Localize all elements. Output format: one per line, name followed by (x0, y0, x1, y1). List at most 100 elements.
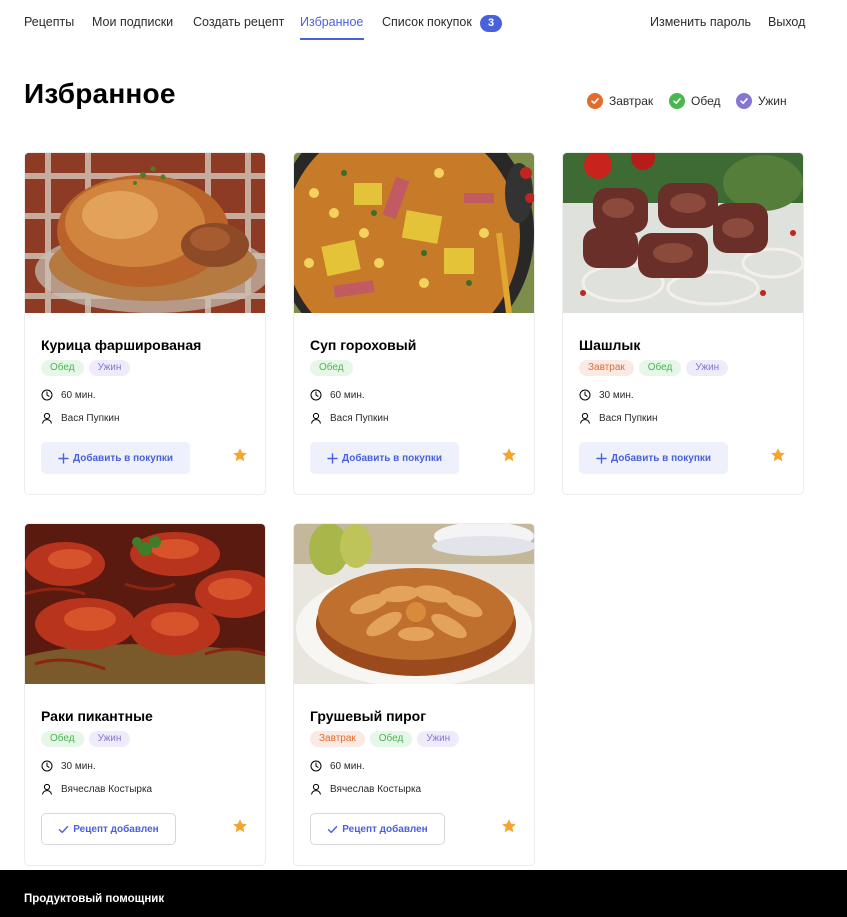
tag-lunch: Обед (638, 360, 682, 376)
button-label: Рецепт добавлен (73, 823, 159, 835)
footer-brand: Продуктовый помощник (24, 893, 165, 905)
plus-icon (58, 452, 69, 464)
tag-lunch: Обед (41, 360, 84, 376)
tag-dinner: Ужин (686, 360, 729, 376)
recipe-title[interactable]: Курица фаршированая (41, 337, 201, 353)
tag-lunch: Обед (41, 731, 84, 747)
recipe-tags: Завтрак Обед Ужин (310, 731, 460, 747)
recipe-image-roast-chicken[interactable] (25, 153, 265, 313)
nav-create-recipe[interactable]: Создать рецепт (193, 15, 284, 29)
check-icon (587, 93, 603, 109)
plus-icon (596, 452, 607, 464)
recipe-author[interactable]: Вася Пупкин (310, 412, 389, 424)
button-label: Добавить в покупки (72, 452, 174, 464)
user-icon (311, 412, 321, 424)
check-icon (59, 825, 69, 833)
recipe-tags: Обед Ужин (41, 360, 131, 376)
filter-label: Завтрак (609, 94, 654, 108)
author-name: Вася Пупкин (599, 412, 658, 424)
favorite-star-icon[interactable] (501, 447, 517, 463)
cook-time-value: 60 мин. (330, 760, 365, 772)
tag-lunch: Обед (369, 731, 413, 747)
cook-time-value: 60 мин. (330, 389, 365, 401)
add-to-shopping-list-button[interactable]: Добавить в покупки (579, 442, 728, 474)
add-to-shopping-list-button[interactable]: Добавить в покупки (41, 442, 190, 474)
tag-dinner: Ужин (88, 731, 131, 747)
tag-breakfast: Завтрак (310, 731, 365, 747)
favorite-star-icon[interactable] (232, 447, 248, 463)
nav-subscriptions[interactable]: Мои подписки (92, 15, 173, 29)
recipe-title[interactable]: Суп гороховый (310, 337, 416, 353)
recipe-title[interactable]: Раки пикантные (41, 708, 153, 724)
user-icon (311, 783, 321, 795)
recipe-image-shashlik[interactable] (563, 153, 803, 313)
recipe-card: Шашлык Завтрак Обед Ужин 30 мин. Вася Пу… (562, 152, 804, 495)
cook-time-value: 30 мин. (61, 760, 96, 772)
cook-time: 30 мин. (579, 389, 634, 401)
recipe-tags: Завтрак Обед Ужин (579, 360, 729, 376)
user-icon (42, 783, 52, 795)
clock-icon (579, 389, 591, 401)
button-label: Добавить в покупки (610, 452, 712, 464)
nav-shopping-list[interactable]: Список покупок (382, 15, 472, 29)
recipe-image-pea-soup[interactable] (294, 153, 534, 313)
recipe-card: Курица фаршированая Обед Ужин 60 мин. Ва… (24, 152, 266, 495)
recipe-title[interactable]: Грушевый пирог (310, 708, 426, 724)
nav-change-password[interactable]: Изменить пароль (650, 15, 751, 29)
author-name: Вячеслав Костырка (61, 783, 153, 795)
filter-breakfast[interactable]: Завтрак (587, 92, 653, 110)
clock-icon (41, 760, 53, 772)
add-to-shopping-list-button[interactable]: Добавить в покупки (310, 442, 459, 474)
recipe-card: Раки пикантные Обед Ужин 30 мин. Вячесла… (24, 523, 266, 866)
recipe-author[interactable]: Вячеслав Костырка (41, 783, 152, 795)
tag-dinner: Ужин (88, 360, 131, 376)
filter-dinner[interactable]: Ужин (736, 92, 787, 110)
recipe-author[interactable]: Вася Пупкин (579, 412, 658, 424)
shopping-list-count-badge: 3 (480, 15, 502, 32)
clock-icon (310, 389, 322, 401)
favorite-star-icon[interactable] (770, 447, 786, 463)
recipe-tags: Обед (310, 360, 353, 376)
footer: Продуктовый помощник (0, 870, 847, 917)
nav-logout[interactable]: Выход (768, 15, 805, 29)
recipe-image-crayfish[interactable] (25, 524, 265, 684)
favorite-star-icon[interactable] (501, 818, 517, 834)
nav-favorites[interactable]: Избранное (300, 15, 363, 29)
clock-icon (310, 760, 322, 772)
recipe-card: Грушевый пирог Завтрак Обед Ужин 60 мин.… (293, 523, 535, 866)
button-label: Добавить в покупки (341, 452, 443, 464)
top-nav: Рецепты Мои подписки Создать рецепт Избр… (0, 0, 847, 45)
cook-time: 30 мин. (41, 760, 96, 772)
button-label: Рецепт добавлен (342, 823, 428, 835)
recipe-added-button[interactable]: Рецепт добавлен (310, 813, 445, 845)
recipe-tags: Обед Ужин (41, 731, 131, 747)
filter-lunch[interactable]: Обед (669, 92, 720, 110)
check-icon (736, 93, 752, 109)
check-icon (669, 93, 685, 109)
recipe-added-button[interactable]: Рецепт добавлен (41, 813, 176, 845)
cook-time-value: 60 мин. (61, 389, 96, 401)
recipe-author[interactable]: Вася Пупкин (41, 412, 120, 424)
tag-breakfast: Завтрак (579, 360, 634, 376)
recipe-author[interactable]: Вячеслав Костырка (310, 783, 421, 795)
favorite-star-icon[interactable] (232, 818, 248, 834)
active-tab-underline (300, 38, 364, 40)
check-icon (328, 825, 338, 833)
author-name: Вася Пупкин (330, 412, 389, 424)
author-name: Вася Пупкин (61, 412, 120, 424)
clock-icon (41, 389, 53, 401)
author-name: Вячеслав Костырка (330, 783, 422, 795)
user-icon (42, 412, 52, 424)
cook-time: 60 мин. (41, 389, 96, 401)
cook-time: 60 мин. (310, 389, 365, 401)
page-title: Избранное (24, 78, 176, 109)
user-icon (580, 412, 590, 424)
recipe-card: Суп гороховый Обед 60 мин. Вася Пупкин Д… (293, 152, 535, 495)
nav-recipes[interactable]: Рецепты (24, 15, 74, 29)
tag-dinner: Ужин (417, 731, 460, 747)
plus-icon (327, 452, 338, 464)
filter-label: Ужин (758, 94, 787, 108)
recipe-title[interactable]: Шашлык (579, 337, 640, 353)
recipe-image-pear-pie[interactable] (294, 524, 534, 684)
cook-time-value: 30 мин. (599, 389, 634, 401)
